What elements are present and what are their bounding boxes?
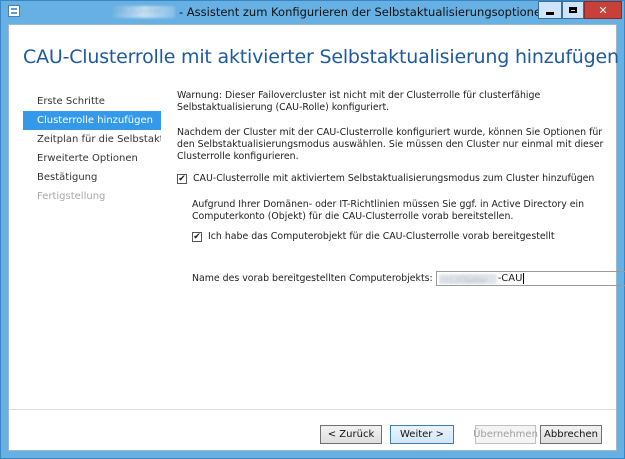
page-title: CAU-Clusterrolle mit aktivierter Selbsta… <box>23 46 619 68</box>
computer-object-suffix: -CAU <box>497 273 523 284</box>
text-caret <box>523 273 525 284</box>
close-button[interactable]: ✕ <box>584 1 622 19</box>
close-icon: ✕ <box>598 3 608 17</box>
nav-step-confirmation[interactable]: Bestätigung <box>23 168 161 187</box>
computer-object-input[interactable]: 2012Cluster -CAU <box>435 271 625 286</box>
prestaged-checkbox-label: Ich habe das Computerobjekt für die CAU-… <box>208 231 555 242</box>
next-button[interactable]: Weiter > <box>390 425 454 444</box>
maximize-icon <box>569 7 577 13</box>
checkmark-icon: ✔ <box>178 173 186 184</box>
policy-note: Aufgrund Ihrer Domänen- oder IT-Richtlin… <box>192 199 585 222</box>
nav-step-completion: Fertigstellung <box>37 191 106 202</box>
computer-object-field-row: Name des vorab bereitgestellten Computer… <box>192 271 625 286</box>
info-text: Nachdem der Cluster mit der CAU-Clusterr… <box>177 127 604 162</box>
back-button[interactable]: < Zurück <box>320 425 382 444</box>
warning-text: Warnung: Dieser Failovercluster ist nich… <box>177 90 541 113</box>
nav-step-schedule[interactable]: Zeitplan für die Selbstakt... <box>23 130 161 149</box>
computer-object-label: Name des vorab bereitgestellten Computer… <box>192 272 433 284</box>
redacted-object-name: 2012Cluster <box>438 273 497 284</box>
wizard-step-nav: Erste Schritte Clusterrolle hinzufügen Z… <box>23 92 161 206</box>
window-title: 2012Cluster - Assistent zum Konfigurieren… <box>113 5 553 19</box>
minimize-button[interactable] <box>538 1 562 19</box>
window-title-text: - Assistent zum Konfigurieren der Selbst… <box>179 5 549 19</box>
minimize-icon <box>546 11 554 15</box>
apply-button: Übernehmen <box>473 425 538 444</box>
wizard-window: 2012Cluster - Assistent zum Konfigurieren… <box>0 0 625 459</box>
prestaged-checkbox-row[interactable]: ✔ Ich habe das Computerobjekt für die CA… <box>192 231 555 243</box>
nav-step-add-cluster-role[interactable]: Clusterrolle hinzufügen <box>23 111 161 130</box>
nav-step-advanced-options[interactable]: Erweiterte Optionen <box>23 149 161 168</box>
add-role-checkbox-row[interactable]: ✔ CAU-Clusterrolle mit aktiviertem Selbs… <box>177 173 594 185</box>
maximize-button[interactable] <box>562 1 584 19</box>
wizard-client-area: CAU-Clusterrolle mit aktivierter Selbsta… <box>8 24 625 451</box>
prestaged-checkbox[interactable]: ✔ <box>192 232 202 242</box>
cancel-button[interactable]: Abbrechen <box>540 425 602 444</box>
window-icon[interactable] <box>8 5 20 17</box>
checkmark-icon: ✔ <box>193 231 201 242</box>
add-role-checkbox[interactable]: ✔ <box>177 174 187 184</box>
add-role-checkbox-label: CAU-Clusterrolle mit aktiviertem Selbsta… <box>193 173 595 184</box>
footer-separator <box>9 409 616 410</box>
redacted-cluster-name: 2012Cluster <box>113 6 175 18</box>
title-bar[interactable]: 2012Cluster - Assistent zum Konfigurieren… <box>1 1 624 23</box>
nav-step-getting-started[interactable]: Erste Schritte <box>23 92 161 111</box>
